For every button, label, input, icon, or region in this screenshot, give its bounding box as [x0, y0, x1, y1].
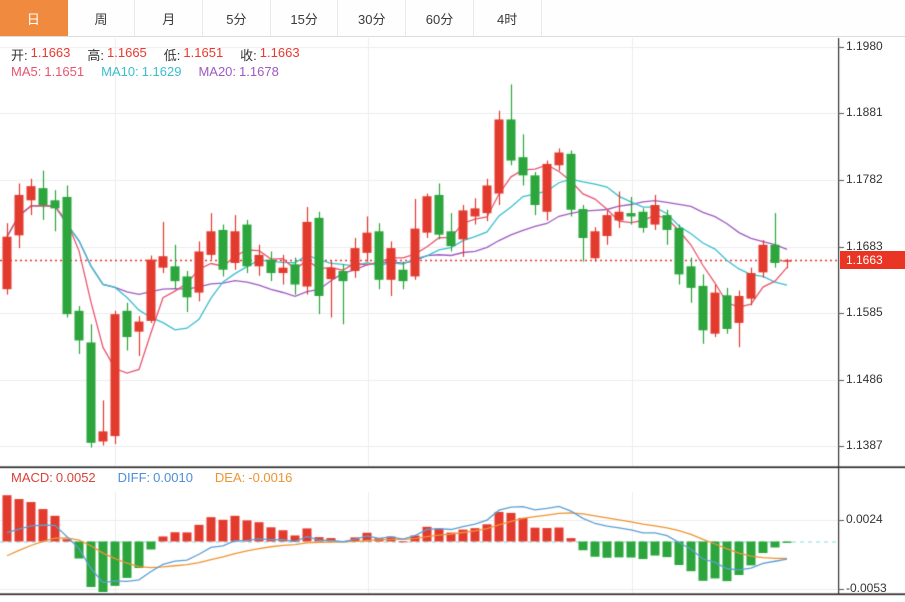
price-header-item: 收:1.1663: [240, 45, 299, 64]
field-value: 1.1651: [183, 45, 223, 64]
field-label: MACD:: [11, 470, 53, 485]
field-value: 1.1629: [142, 64, 182, 79]
ma-header-item: MA10:1.1629: [101, 64, 181, 79]
field-value: 1.1663: [260, 45, 300, 64]
price-header-item: 高:1.1665: [87, 45, 146, 64]
field-value: 1.1665: [107, 45, 147, 64]
field-label: MA10:: [101, 64, 139, 79]
kline-chart-widget: 日周月5分15分30分60分4时 开:1.1663高:1.1665低:1.165…: [0, 0, 905, 602]
last-price-value: 1.1663: [846, 253, 883, 267]
field-value: 1.1678: [239, 64, 279, 79]
field-label: DIFF:: [118, 470, 151, 485]
field-label: 高:: [87, 45, 104, 64]
last-price-tag: 1.1663: [840, 251, 905, 269]
price-axis-label: 1.1980: [846, 39, 883, 53]
price-axis-label: 1.1387: [846, 438, 883, 452]
field-value: 1.1663: [31, 45, 71, 64]
tab-month[interactable]: 月: [135, 0, 203, 36]
price-axis-label: 1.1585: [846, 305, 883, 319]
tab-60min[interactable]: 60分: [406, 0, 474, 36]
tab-day[interactable]: 日: [0, 0, 68, 36]
price-header-item: 开:1.1663: [11, 45, 70, 64]
field-value: 0.0052: [56, 470, 96, 485]
ma-header-item: MA5:1.1651: [11, 64, 84, 79]
ma-header-item: MA20:1.1678: [198, 64, 278, 79]
period-tab-bar: 日周月5分15分30分60分4时: [0, 0, 905, 37]
field-label: DEA:: [215, 470, 245, 485]
macd-axis-label: 0.0024: [846, 512, 883, 526]
ma-header: MA5:1.1651 MA10:1.1629 MA20:1.1678: [11, 64, 279, 79]
price-axis-label: 1.1782: [846, 172, 883, 186]
field-value: -0.0016: [248, 470, 292, 485]
field-label: MA20:: [198, 64, 236, 79]
tab-30min[interactable]: 30分: [338, 0, 406, 36]
tab-week[interactable]: 周: [68, 0, 136, 36]
field-value: 1.1651: [44, 64, 84, 79]
tab-4hour[interactable]: 4时: [474, 0, 542, 36]
tab-15min[interactable]: 15分: [271, 0, 339, 36]
macd-header-item: MACD:0.0052: [11, 470, 96, 485]
tab-5min[interactable]: 5分: [203, 0, 271, 36]
price-axis-label: 1.1486: [846, 372, 883, 386]
price-header-item: 低:1.1651: [164, 45, 223, 64]
macd-axis-label: -0.0053: [846, 581, 887, 595]
field-label: 低:: [164, 45, 181, 64]
field-value: 0.0010: [153, 470, 193, 485]
field-label: 开:: [11, 45, 28, 64]
field-label: 收:: [240, 45, 257, 64]
price-axis-label: 1.1881: [846, 105, 883, 119]
candlestick-chart-canvas[interactable]: [0, 0, 905, 602]
ohlc-header: 开:1.1663高:1.1665低:1.1651收:1.1663: [11, 45, 300, 64]
macd-header-item: DEA:-0.0016: [215, 470, 292, 485]
field-label: MA5:: [11, 64, 41, 79]
macd-header: MACD:0.0052 DIFF:0.0010 DEA:-0.0016: [11, 470, 292, 485]
macd-header-item: DIFF:0.0010: [118, 470, 193, 485]
